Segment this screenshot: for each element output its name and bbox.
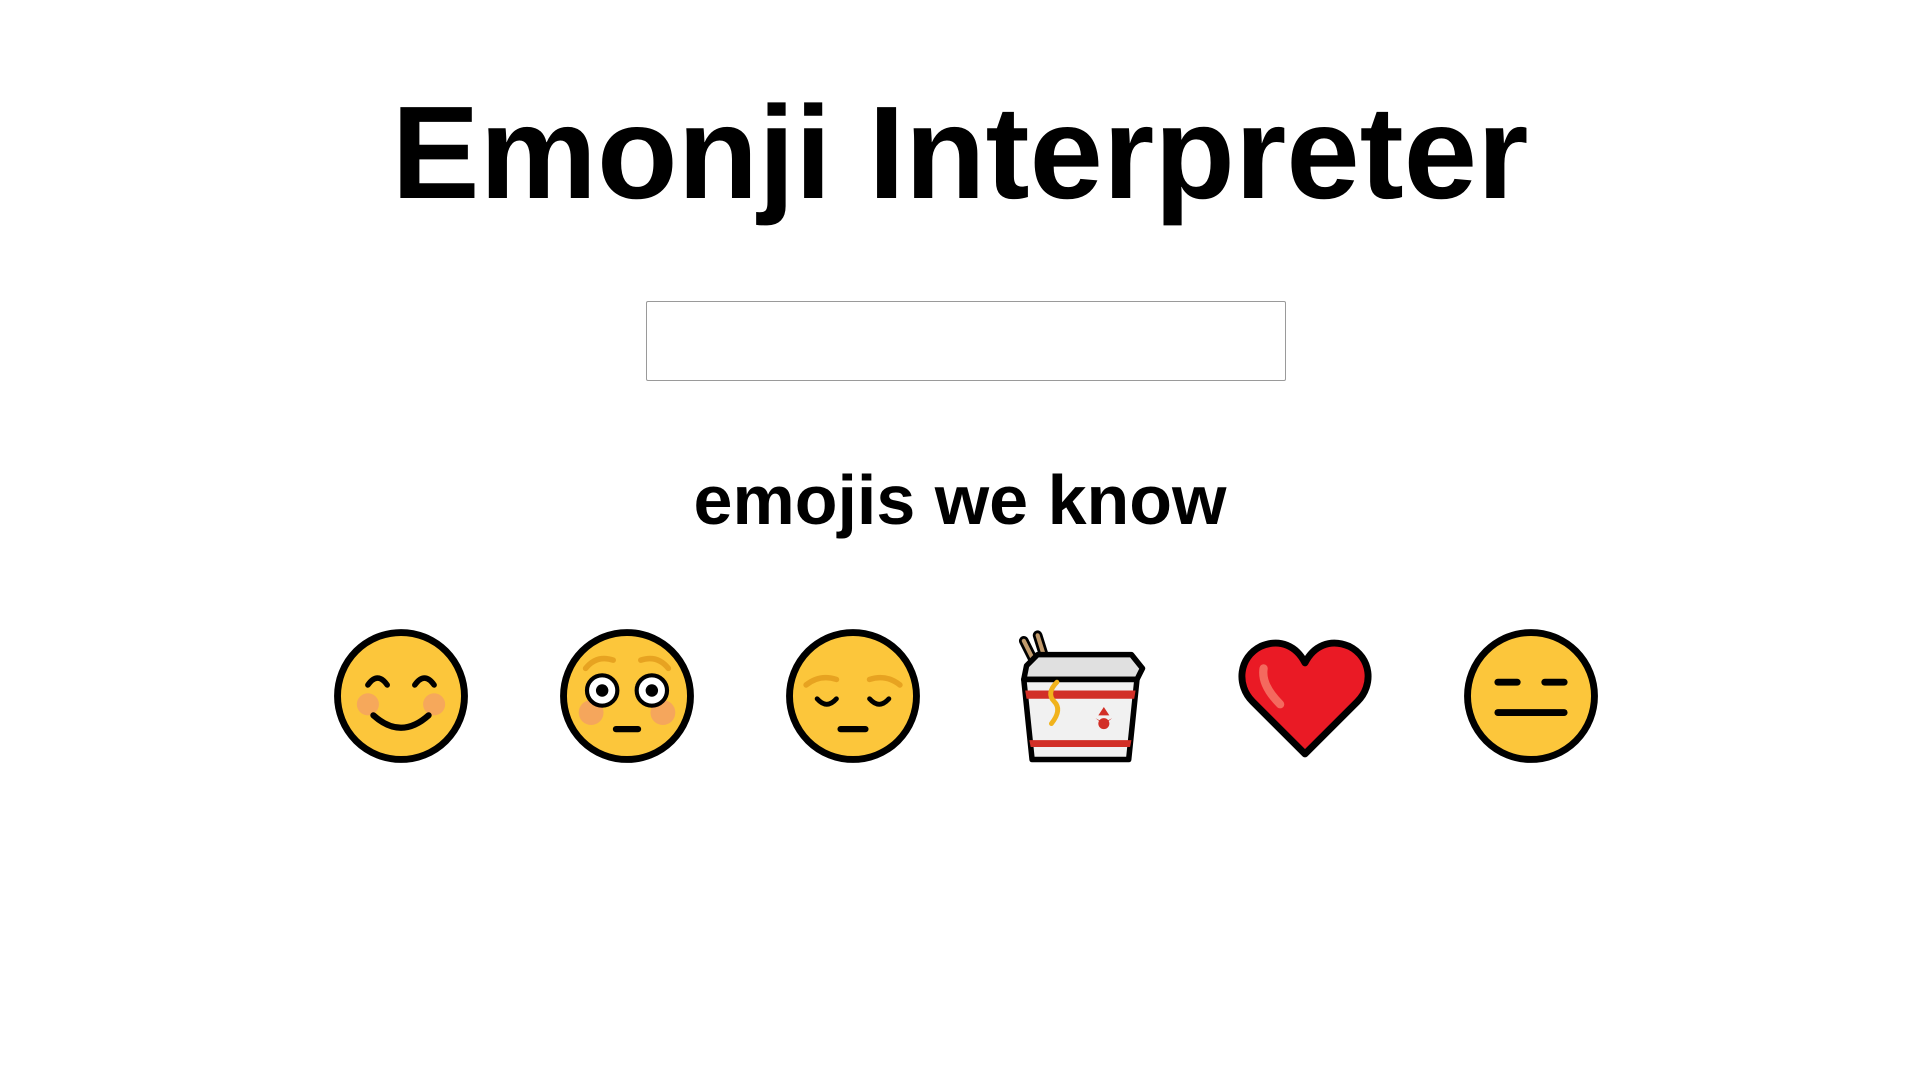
emoji-input[interactable] <box>646 301 1286 381</box>
page-title: Emonji Interpreter <box>391 79 1529 226</box>
takeout-box-icon[interactable] <box>1010 627 1148 765</box>
page: Emonji Interpreter emojis we know <box>0 0 1920 1080</box>
expressionless-face-icon[interactable] <box>1462 627 1600 765</box>
emojis-heading: emojis we know <box>693 461 1227 539</box>
red-heart-icon[interactable] <box>1236 627 1374 765</box>
pensive-face-icon[interactable] <box>784 627 922 765</box>
smiling-face-with-smiling-eyes-icon[interactable] <box>332 627 470 765</box>
flushed-face-icon[interactable] <box>558 627 696 765</box>
